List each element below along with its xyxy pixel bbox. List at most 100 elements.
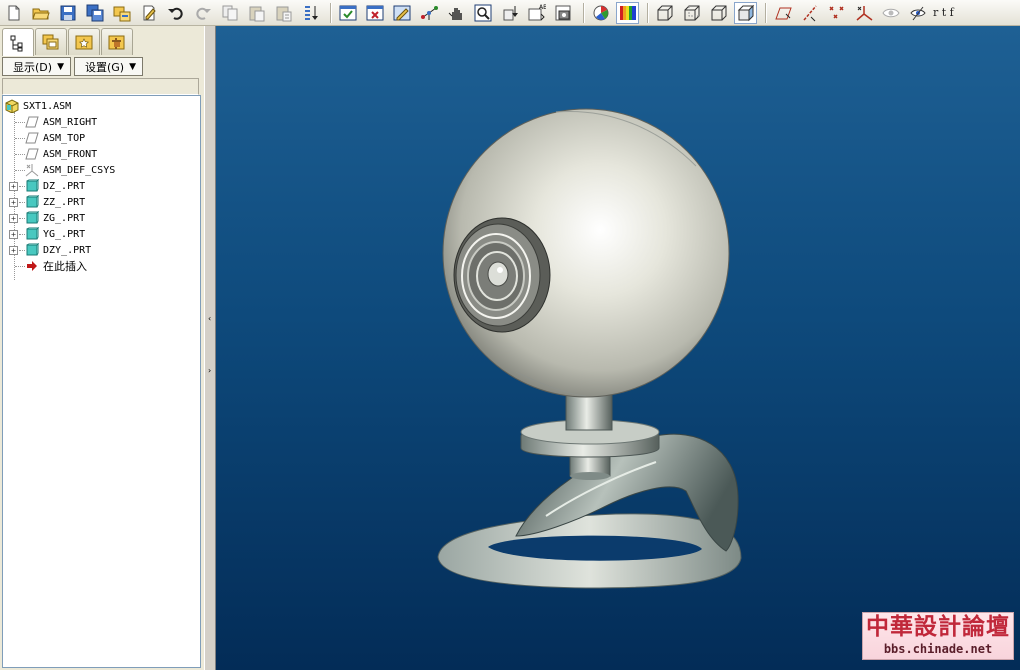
stand-lower-collar-bottom xyxy=(570,472,610,480)
navigator-menus: 显示(D) ▼ 设置(G) ▼ xyxy=(2,57,146,76)
tree-datum-label: ASM_FRONT xyxy=(43,148,98,160)
expand-icon[interactable]: + xyxy=(9,230,18,239)
tree-datum-node[interactable]: ASM_TOP xyxy=(25,130,85,146)
tree-root-label: SXT1.ASM xyxy=(23,100,72,112)
graphics-viewport[interactable]: 中華設計論壇 bbs.chinade.net xyxy=(216,26,1020,670)
camera-lens-glint xyxy=(497,267,503,273)
annotation-icon[interactable] xyxy=(906,2,929,24)
favorites-icon xyxy=(75,35,93,50)
tree-guide-line xyxy=(15,122,25,123)
model-tree-icon xyxy=(10,35,23,51)
toolbar-separator xyxy=(583,2,585,23)
tree-guide-line xyxy=(15,138,25,139)
open-folder-icon[interactable] xyxy=(29,2,52,24)
shading-icon[interactable] xyxy=(734,1,757,24)
folder-browser-tab[interactable] xyxy=(35,28,67,55)
tree-part-label: ZG_.PRT xyxy=(43,212,86,224)
repaint-icon[interactable] xyxy=(390,2,413,24)
settings-menu-label: 设置(G) xyxy=(84,60,125,74)
appearance-icon[interactable] xyxy=(589,2,612,24)
model-tree: SXT1.ASM ASM_RIGHT ASM_TOP ASM_FRONT ASM… xyxy=(2,95,201,668)
coord-sys-icon xyxy=(25,163,39,177)
webcam-model xyxy=(437,108,742,589)
toolbar-separator xyxy=(330,2,332,23)
color-palette-icon[interactable] xyxy=(616,1,639,24)
paste-special-icon[interactable] xyxy=(272,2,295,24)
connections-tab[interactable] xyxy=(101,28,133,55)
save-icon[interactable] xyxy=(56,2,79,24)
datum-plane-icon xyxy=(25,131,39,145)
expand-icon[interactable]: + xyxy=(9,246,18,255)
wireframe-icon[interactable] xyxy=(653,2,676,24)
paste-icon[interactable] xyxy=(245,2,268,24)
toolbar-separator xyxy=(647,2,649,23)
hidden-line-icon[interactable] xyxy=(680,2,703,24)
refit-icon[interactable] xyxy=(498,2,521,24)
zoom-window-icon[interactable] xyxy=(471,2,494,24)
redo-icon[interactable] xyxy=(191,2,214,24)
watermark-logo: 中華設計論壇 bbs.chinade.net xyxy=(862,612,1014,660)
tree-part-label: DZY_.PRT xyxy=(43,244,92,256)
tree-datum-node[interactable]: ASM_DEF_CSYS xyxy=(25,162,115,178)
panel-splitter[interactable]: ‹ › xyxy=(204,26,216,670)
window-close-icon[interactable] xyxy=(363,2,386,24)
favorites-tab[interactable] xyxy=(68,28,100,55)
tree-part-node[interactable]: ZG_.PRT xyxy=(25,210,85,226)
pan-icon[interactable] xyxy=(444,2,467,24)
datum-plane-icon xyxy=(25,147,39,161)
tree-guide-line xyxy=(15,170,25,171)
tree-datum-label: ASM_TOP xyxy=(43,132,86,144)
folder-browser-icon xyxy=(42,34,59,50)
tree-root-node[interactable]: SXT1.ASM xyxy=(5,98,71,114)
reorder-icon[interactable] xyxy=(299,2,322,24)
datum-axis-icon[interactable] xyxy=(798,2,821,24)
tree-part-node[interactable]: DZY_.PRT xyxy=(25,242,91,258)
regenerate-icon[interactable] xyxy=(137,2,160,24)
tree-part-node[interactable]: DZ_.PRT xyxy=(25,178,85,194)
tree-datum-node[interactable]: ASM_RIGHT xyxy=(25,114,97,130)
settings-menu-button[interactable]: 设置(G) ▼ xyxy=(73,57,144,76)
tree-datum-node[interactable]: ASM_FRONT xyxy=(25,146,97,162)
part-icon xyxy=(25,195,39,209)
window-activate-icon[interactable] xyxy=(336,2,359,24)
expand-right-icon[interactable]: › xyxy=(208,366,213,375)
save-copy-icon[interactable] xyxy=(83,2,106,24)
insert-arrow-icon xyxy=(25,259,39,273)
erase-icon[interactable] xyxy=(110,2,133,24)
tree-part-label: DZ_.PRT xyxy=(43,180,86,192)
display-menu-label: 显示(D) xyxy=(13,60,53,74)
tree-guide-line xyxy=(15,154,25,155)
saved-views-icon[interactable]: AB xyxy=(525,2,548,24)
expand-icon[interactable]: + xyxy=(9,214,18,223)
expand-icon[interactable]: + xyxy=(9,182,18,191)
part-icon xyxy=(25,179,39,193)
part-icon xyxy=(25,243,39,257)
tree-part-node[interactable]: ZZ_.PRT xyxy=(25,194,85,210)
datum-point-icon[interactable] xyxy=(825,2,848,24)
watermark-url: bbs.chinade.net xyxy=(883,642,993,656)
collapse-left-icon[interactable]: ‹ xyxy=(208,314,213,323)
undo-icon[interactable] xyxy=(164,2,187,24)
tree-part-label: ZZ_.PRT xyxy=(43,196,86,208)
copy-icon[interactable] xyxy=(218,2,241,24)
new-file-icon[interactable] xyxy=(2,2,25,24)
insert-here-label: 在此插入 xyxy=(43,260,87,273)
navigator-tabs xyxy=(2,28,134,56)
datum-plane-icon[interactable] xyxy=(771,2,794,24)
spin-center-icon[interactable] xyxy=(417,2,440,24)
eye-icon[interactable] xyxy=(879,2,902,24)
tree-insert-here-node[interactable]: 在此插入 xyxy=(25,258,87,274)
tree-part-node[interactable]: YG_.PRT xyxy=(25,226,85,242)
tree-datum-label: ASM_DEF_CSYS xyxy=(43,164,116,176)
view-manager-icon[interactable] xyxy=(552,2,575,24)
part-icon xyxy=(25,211,39,225)
tree-datum-label: ASM_RIGHT xyxy=(43,116,98,128)
assembly-icon xyxy=(5,99,19,113)
coord-sys-icon[interactable] xyxy=(852,2,875,24)
expand-icon[interactable]: + xyxy=(9,198,18,207)
tree-part-label: YG_.PRT xyxy=(43,228,86,240)
no-hidden-icon[interactable] xyxy=(707,2,730,24)
part-icon xyxy=(25,227,39,241)
model-tree-tab[interactable] xyxy=(2,28,34,56)
display-menu-button[interactable]: 显示(D) ▼ xyxy=(2,57,71,76)
